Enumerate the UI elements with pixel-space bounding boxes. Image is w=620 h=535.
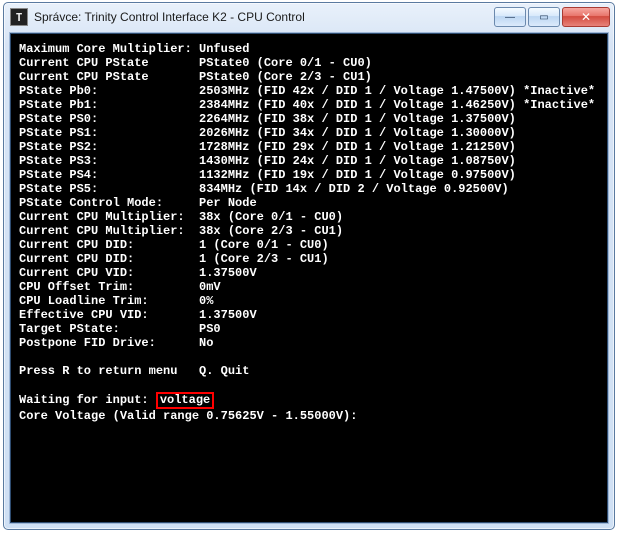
- maximize-icon: ▭: [539, 12, 548, 23]
- window-frame: T Správce: Trinity Control Interface K2 …: [3, 2, 615, 530]
- close-icon: ✕: [581, 10, 591, 24]
- console-area: Maximum Core Multiplier: Unfused Current…: [10, 33, 608, 523]
- maximize-button[interactable]: ▭: [528, 7, 560, 27]
- input-highlight: voltage: [156, 392, 214, 409]
- title-bar[interactable]: T Správce: Trinity Control Interface K2 …: [4, 3, 614, 31]
- minimize-button[interactable]: —: [494, 7, 526, 27]
- app-icon: T: [10, 8, 28, 26]
- window-title: Správce: Trinity Control Interface K2 - …: [34, 10, 492, 24]
- minimize-icon: —: [505, 12, 515, 23]
- close-button[interactable]: ✕: [562, 7, 610, 27]
